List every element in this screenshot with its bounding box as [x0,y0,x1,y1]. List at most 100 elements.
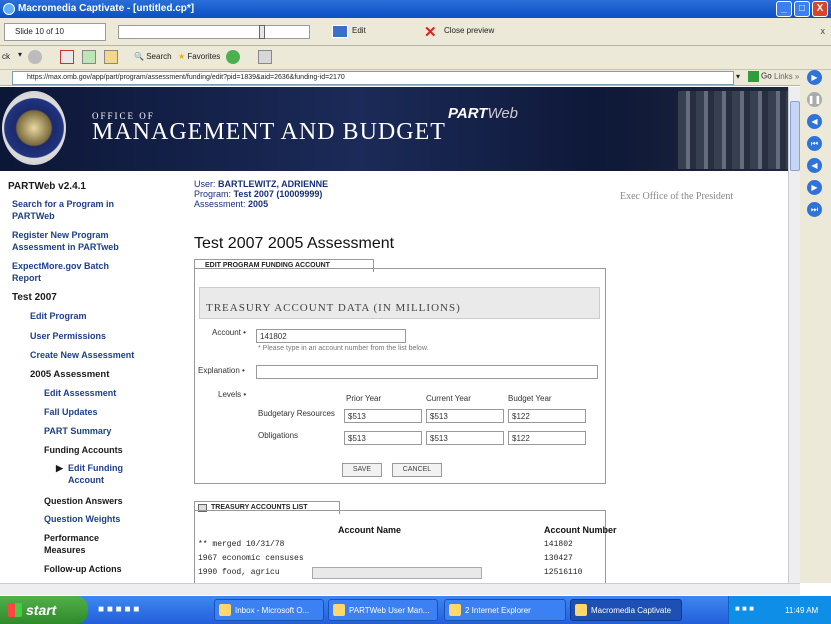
nav-funding-accounts[interactable]: Funding Accounts [44,445,123,455]
user-label: User: [194,179,216,189]
task-partweb-manual[interactable]: PARTWeb User Man... [328,599,438,621]
nav-performance-line1[interactable]: Performance [44,533,99,543]
obligations-prior-input[interactable]: $513 [344,431,422,445]
cancel-button[interactable]: CANCEL [392,463,442,477]
word-icon [333,604,345,616]
list-row-number[interactable]: 12516110 [544,568,582,577]
favorites-button[interactable]: ★ Favorites [178,52,220,68]
nav-register-assessment-line2[interactable]: Assessment in PARTweb [12,242,119,252]
forward-icon[interactable] [28,50,42,66]
task-internet-explorer[interactable]: 2 Internet Explorer [444,599,566,621]
save-button[interactable]: SAVE [342,463,382,477]
budgetary-current-input[interactable]: $513 [426,409,504,423]
obligations-budget-input[interactable]: $122 [508,431,586,445]
previous-icon[interactable]: ⏮ [807,136,822,151]
close-captivate-icon[interactable]: x [821,26,826,36]
list-row-name[interactable]: 1967 economic censuses [198,554,304,563]
search-icon: 🔍 [134,52,144,61]
go-label: Go [761,71,772,81]
edit-label: Edit [352,26,366,35]
playback-controls[interactable] [312,567,482,579]
scrubber-thumb[interactable] [259,25,265,39]
back-icon[interactable]: ◀ [807,158,822,173]
back-dropdown-icon[interactable]: ▾ [18,50,22,66]
scrollbar-thumb[interactable] [790,101,800,171]
go-arrow-icon [748,71,759,82]
nav-user-permissions[interactable]: User Permissions [30,331,106,341]
address-dropdown-icon[interactable]: ▾ [736,72,746,84]
explanation-input[interactable] [256,365,598,379]
start-label: start [26,602,57,618]
list-row-number[interactable]: 130427 [544,554,573,563]
nav-edit-funding-line1[interactable]: Edit Funding [68,463,123,473]
tray-icons[interactable]: ■ ■ ■ [735,604,754,613]
partweb-version: PARTWeb v2.4.1 [8,181,86,192]
task-partweb-manual-label: PARTWeb User Man... [349,606,430,615]
obligations-label: Obligations [258,431,299,440]
nav-expectmore-line2[interactable]: Report [12,273,41,283]
close-window-button[interactable]: X [812,1,828,17]
nav-edit-funding-line2[interactable]: Account [68,475,104,485]
user-name: BARTLEWITZ, ADRIENNE [218,179,329,189]
nav-followup-actions[interactable]: Follow-up Actions [44,564,122,574]
close-icon: ✕ [424,24,437,41]
col-account-number: Account Number [544,525,617,535]
nav-create-assessment[interactable]: Create New Assessment [30,350,134,360]
col-current-year: Current Year [426,394,471,403]
forward-end-icon[interactable]: ⏭ [807,202,822,217]
account-input[interactable]: 141802 [256,329,406,343]
nav-edit-assessment[interactable]: Edit Assessment [44,388,116,398]
outlook-icon [219,604,231,616]
nav-fall-updates[interactable]: Fall Updates [44,407,98,417]
task-inbox[interactable]: Inbox - Microsoft O... [214,599,324,621]
nav-edit-program[interactable]: Edit Program [30,311,87,321]
nav-expectmore-line1[interactable]: ExpectMore.gov Batch [12,261,109,271]
arrow-right-icon: ▶ [56,463,63,473]
nav-search-program-line1[interactable]: Search for a Program in [12,199,114,209]
print-icon[interactable] [258,50,272,66]
stop-icon[interactable] [60,50,74,66]
url-input[interactable]: https://max.omb.gov/app/part/program/ass… [12,71,734,85]
windows-taskbar: start ■ ■ ■ ■ ■ Inbox - Microsoft O... P… [0,596,831,624]
list-row-name[interactable]: ** merged 10/31/78 [198,540,284,549]
close-preview-label: Close preview [444,26,495,35]
nav-search-program-line2[interactable]: PARTWeb [12,211,55,221]
window-title-bar[interactable]: Macromedia Captivate - [untitled.cp*] _ … [0,0,831,18]
rewind-icon[interactable]: ◀ [807,114,822,129]
program-label: Program: [194,189,232,199]
back-button[interactable]: ck [2,52,10,68]
pause-icon[interactable]: ❚❚ [807,92,822,107]
system-tray: ■ ■ ■ 11:49 AM [728,596,831,624]
nav-register-assessment-line1[interactable]: Register New Program [12,230,109,240]
start-button[interactable]: start [0,596,88,624]
budgetary-prior-input[interactable]: $513 [344,409,422,423]
links-button[interactable]: Links » [774,72,799,81]
nav-performance-line2[interactable]: Measures [44,545,86,555]
media-icon[interactable] [226,50,240,66]
list-row-name[interactable]: 1990 food, agricu [198,568,280,577]
close-preview-button[interactable]: ✕ Close preview [422,23,498,41]
obligations-current-input[interactable]: $513 [426,431,504,445]
partweb-logo: PARTWeb [448,105,518,122]
nav-question-answers[interactable]: Question Answers [44,496,123,506]
vertical-scrollbar[interactable] [788,87,800,583]
address-bar: https://max.omb.gov/app/part/program/ass… [0,70,800,86]
maximize-button[interactable]: □ [794,1,810,17]
minimize-button[interactable]: _ [776,1,792,17]
budgetary-budget-input[interactable]: $122 [508,409,586,423]
edit-button[interactable]: Edit [330,23,370,41]
pillars-image [678,91,788,169]
task-captivate[interactable]: Macromedia Captivate [570,599,682,621]
search-button[interactable]: 🔍 Search [134,52,172,68]
quicklaunch-icons[interactable]: ■ ■ ■ ■ ■ [98,604,139,615]
home-icon[interactable] [104,50,118,66]
play-icon[interactable]: ▶ [807,70,822,85]
slide-scrubber[interactable] [118,25,310,39]
next-icon[interactable]: ▶ [807,180,822,195]
go-button[interactable]: Go [748,71,772,82]
list-row-number[interactable]: 141802 [544,540,573,549]
horizontal-scrollbar[interactable] [0,583,800,595]
nav-question-weights[interactable]: Question Weights [44,514,120,524]
refresh-icon[interactable] [82,50,96,66]
nav-part-summary[interactable]: PART Summary [44,426,111,436]
